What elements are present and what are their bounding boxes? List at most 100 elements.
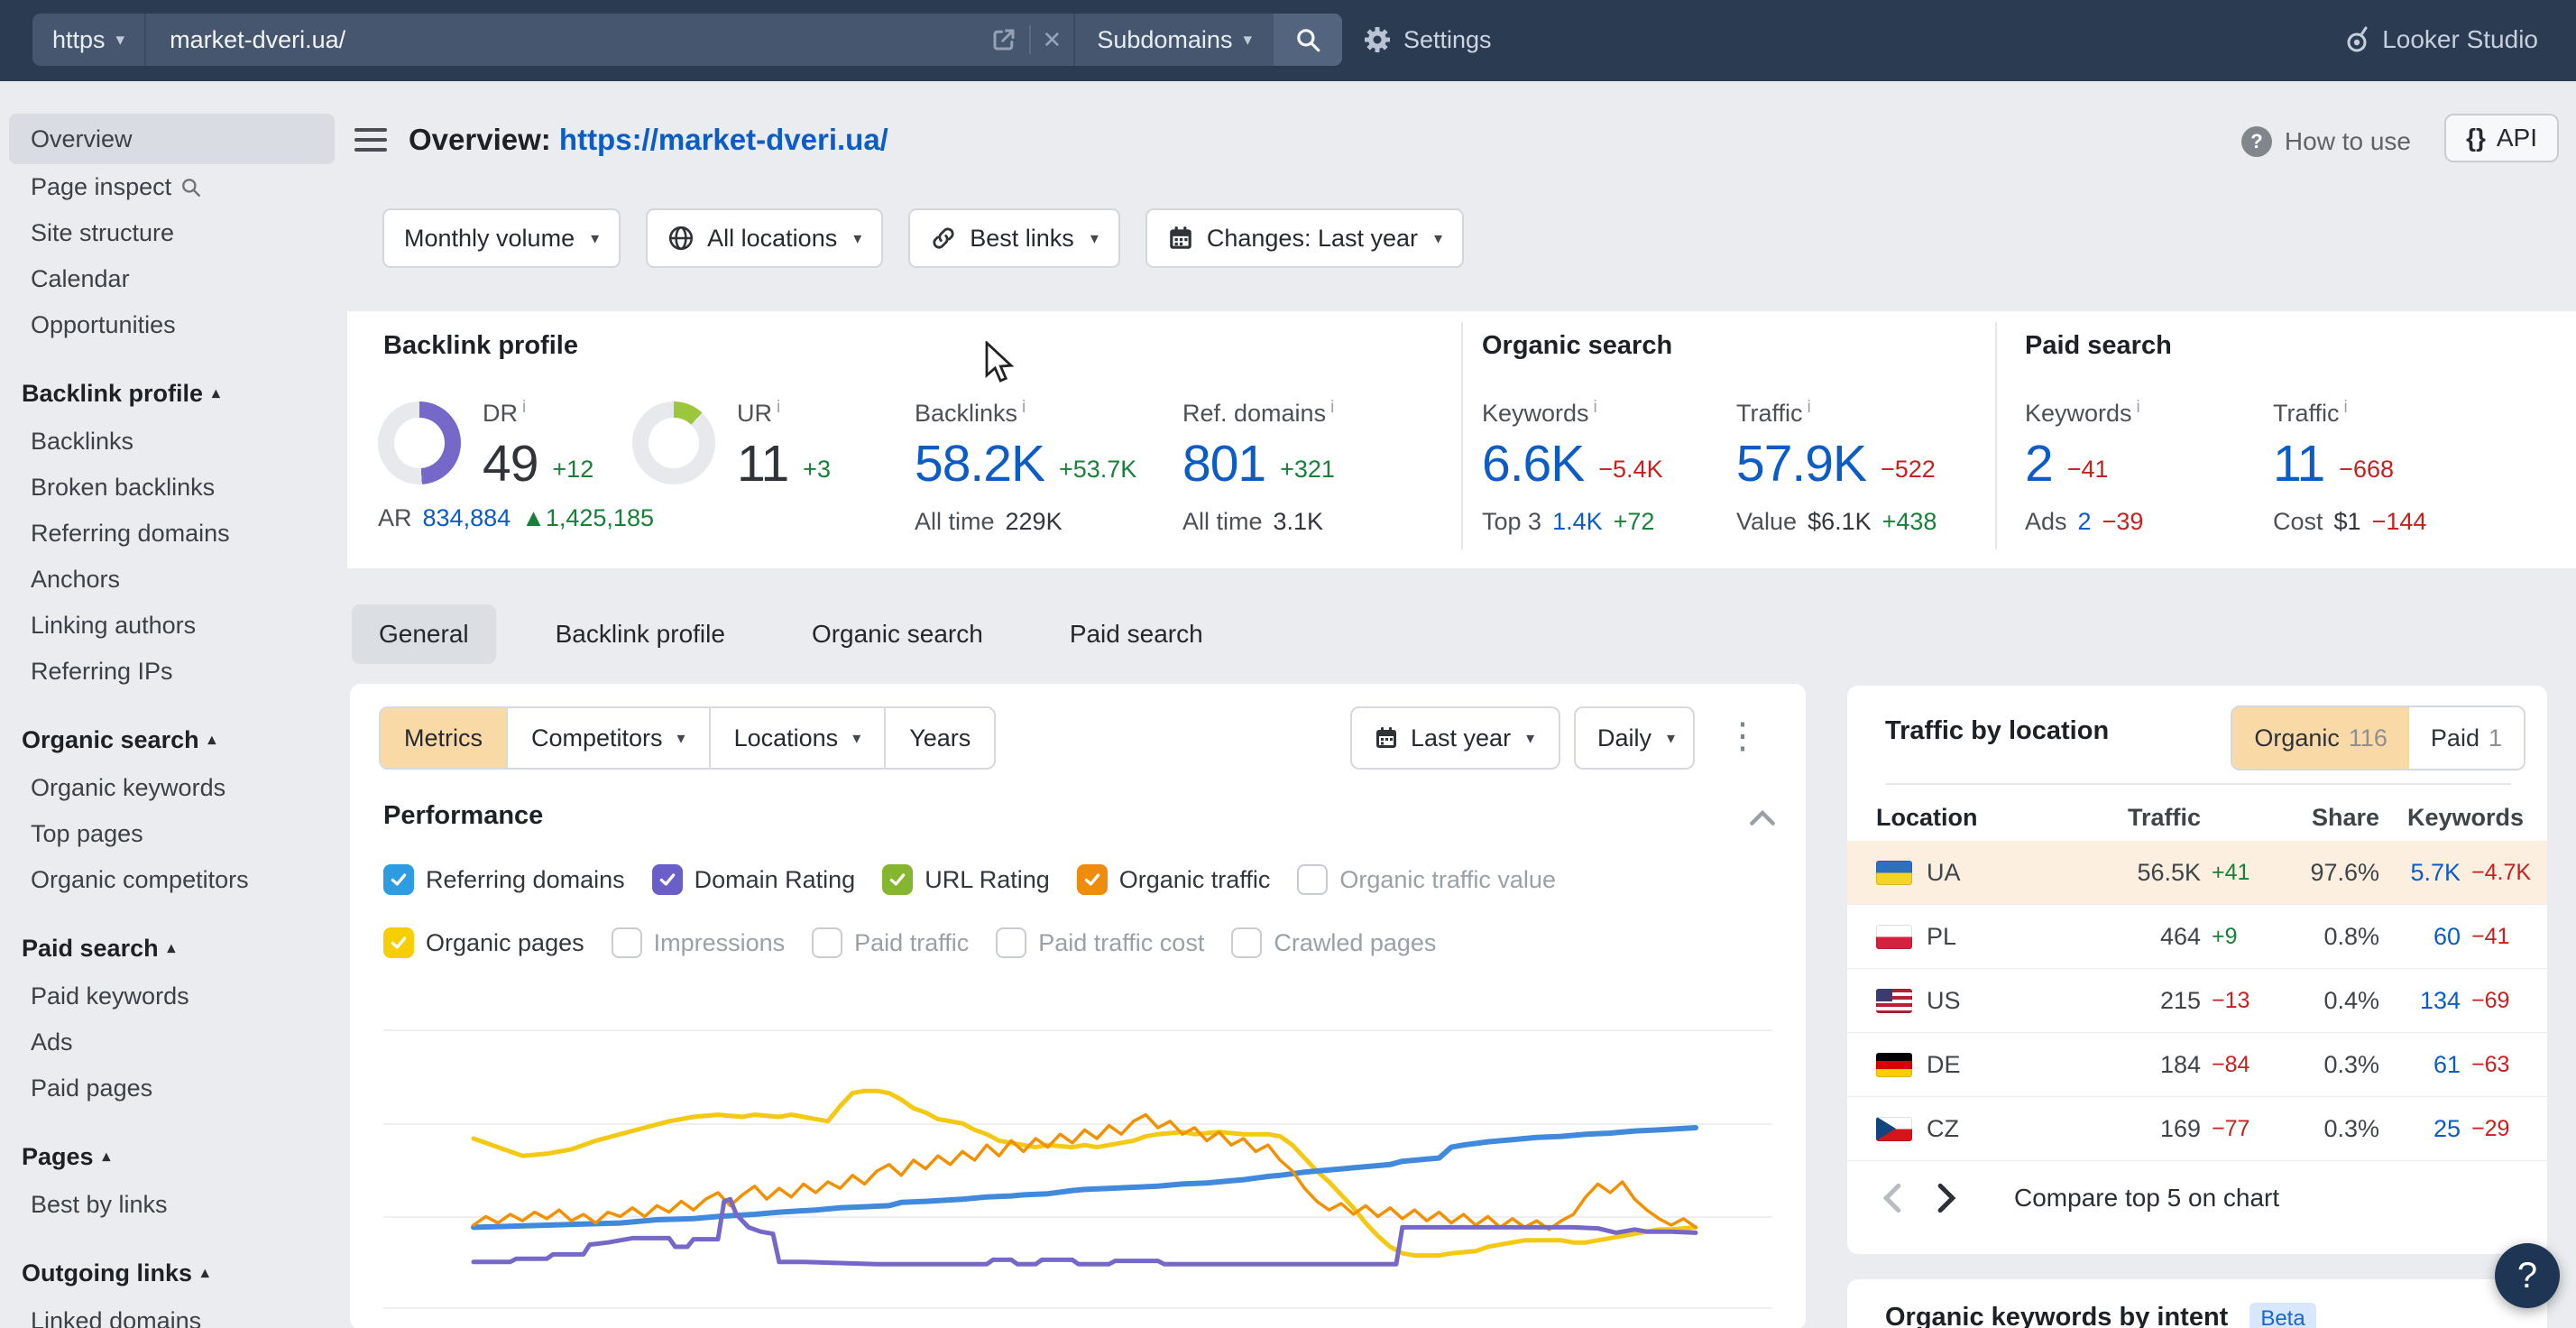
performance-chart[interactable] bbox=[474, 1063, 1696, 1279]
sidebar-item-site-structure[interactable]: Site structure bbox=[9, 210, 335, 256]
keywords-value[interactable]: 5.7K bbox=[2379, 859, 2461, 887]
keywords-value[interactable]: 60 bbox=[2379, 923, 2461, 951]
sidebar-item-best-by-links[interactable]: Best by links bbox=[9, 1182, 335, 1228]
clear-icon[interactable]: ✕ bbox=[1043, 26, 1063, 54]
keywords-value[interactable]: 134 bbox=[2379, 987, 2461, 1015]
checkbox-icon bbox=[996, 927, 1026, 958]
sidebar-item-linked-domains[interactable]: Linked domains bbox=[9, 1298, 335, 1328]
sidebar-item-paid-pages[interactable]: Paid pages bbox=[9, 1065, 335, 1111]
organic-traffic-value[interactable]: 57.9K bbox=[1736, 438, 1866, 490]
segment-metrics[interactable]: Metrics bbox=[381, 708, 506, 768]
sidebar-item-organic-keywords[interactable]: Organic keywords bbox=[9, 765, 335, 811]
traffic-delta: −84 bbox=[2201, 1052, 2280, 1078]
metric-checkbox-paid-traffic-cost[interactable]: Paid traffic cost bbox=[996, 927, 1204, 958]
sidebar-item-linking-authors[interactable]: Linking authors bbox=[9, 603, 335, 649]
metric-checkbox-url-rating[interactable]: URL Rating bbox=[882, 864, 1050, 895]
paid-traffic-value[interactable]: 11 bbox=[2273, 438, 2324, 490]
info-icon[interactable]: i bbox=[1808, 398, 1811, 417]
sidebar-item-opportunities[interactable]: Opportunities bbox=[9, 302, 335, 348]
backlinks-value[interactable]: 58.2K bbox=[915, 438, 1044, 490]
metric-checkbox-organic-traffic[interactable]: Organic traffic bbox=[1077, 864, 1271, 895]
sidebar-item-paid-keywords[interactable]: Paid keywords bbox=[9, 973, 335, 1019]
sidebar-item-referring-domains[interactable]: Referring domains bbox=[9, 511, 335, 557]
external-link-icon[interactable] bbox=[990, 26, 1017, 53]
granularity-dropdown[interactable]: Daily ▾ bbox=[1574, 706, 1695, 770]
sidebar-section-paid-search[interactable]: Paid search▴ bbox=[0, 923, 347, 973]
calendar-icon bbox=[1167, 225, 1194, 252]
search-button[interactable] bbox=[1274, 14, 1342, 66]
info-icon[interactable]: i bbox=[777, 398, 780, 417]
url-input[interactable]: market-dveri.ua/ bbox=[146, 26, 978, 54]
traffic-delta: +9 bbox=[2201, 924, 2280, 950]
metric-checkbox-referring-domains[interactable]: Referring domains bbox=[383, 864, 625, 895]
sidebar-item-overview[interactable]: Overview bbox=[9, 114, 335, 164]
segment-years[interactable]: Years bbox=[884, 708, 994, 768]
tab-organic-search[interactable]: Organic search bbox=[785, 604, 1010, 664]
location-row-ua[interactable]: UA 56.5K +41 97.6% 5.7K −4.7K bbox=[1847, 841, 2547, 905]
more-options-icon[interactable]: ⋮ bbox=[1725, 713, 1761, 760]
tab-paid-search[interactable]: Paid search bbox=[1043, 604, 1230, 664]
sidebar-item-anchors[interactable]: Anchors bbox=[9, 557, 335, 603]
tab-general[interactable]: General bbox=[352, 604, 496, 664]
sidebar-item-referring-ips[interactable]: Referring IPs bbox=[9, 649, 335, 695]
info-icon[interactable]: i bbox=[1022, 398, 1026, 417]
api-button[interactable]: {} API bbox=[2444, 114, 2559, 162]
sidebar-item-page-inspect[interactable]: Page inspect bbox=[9, 164, 335, 210]
info-icon[interactable]: i bbox=[522, 398, 526, 417]
locations-filter-dropdown[interactable]: All locations ▾ bbox=[646, 208, 883, 268]
menu-toggle-icon[interactable] bbox=[354, 128, 387, 158]
toggle-paid[interactable]: Paid 1 bbox=[2409, 707, 2524, 769]
location-row-us[interactable]: US 215 −13 0.4% 134 −69 bbox=[1847, 969, 2547, 1033]
ref-domains-value[interactable]: 801 bbox=[1182, 438, 1265, 490]
links-mode-dropdown[interactable]: Best links ▾ bbox=[908, 208, 1120, 268]
segment-competitors[interactable]: Competitors▾ bbox=[506, 708, 709, 768]
sidebar-item-ads[interactable]: Ads bbox=[9, 1019, 335, 1065]
location-row-pl[interactable]: PL 464 +9 0.8% 60 −41 bbox=[1847, 905, 2547, 969]
location-row-cz[interactable]: CZ 169 −77 0.3% 25 −29 bbox=[1847, 1097, 2547, 1161]
sidebar-item-broken-backlinks[interactable]: Broken backlinks bbox=[9, 465, 335, 511]
metric-checkbox-paid-traffic[interactable]: Paid traffic bbox=[812, 927, 969, 958]
sidebar-item-organic-competitors[interactable]: Organic competitors bbox=[9, 857, 335, 903]
date-range-dropdown[interactable]: Last year ▾ bbox=[1350, 706, 1560, 770]
info-icon[interactable]: i bbox=[1330, 398, 1334, 417]
metric-checkbox-crawled-pages[interactable]: Crawled pages bbox=[1231, 927, 1436, 958]
subdomains-dropdown[interactable]: Subdomains ▾ bbox=[1073, 14, 1274, 66]
organic-count: 116 bbox=[2349, 724, 2387, 752]
chevron-left-icon[interactable] bbox=[1881, 1183, 1904, 1213]
info-icon[interactable]: i bbox=[2344, 398, 2348, 417]
metric-checkbox-impressions[interactable]: Impressions bbox=[612, 927, 786, 958]
settings-button[interactable]: Settings bbox=[1364, 14, 1492, 66]
sidebar-item-calendar[interactable]: Calendar bbox=[9, 256, 335, 302]
ar-value[interactable]: 834,884 bbox=[423, 504, 511, 532]
keywords-value[interactable]: 25 bbox=[2379, 1115, 2461, 1143]
protocol-dropdown[interactable]: https ▾ bbox=[32, 14, 146, 66]
page-title-url-link[interactable]: https://market-dveri.ua/ bbox=[559, 123, 888, 156]
sidebar-section-pages[interactable]: Pages▴ bbox=[0, 1131, 347, 1182]
toggle-organic[interactable]: Organic 116 bbox=[2232, 707, 2409, 769]
chevron-right-icon[interactable] bbox=[1935, 1183, 1958, 1213]
location-row-de[interactable]: DE 184 −84 0.3% 61 −63 bbox=[1847, 1033, 2547, 1097]
globe-icon bbox=[667, 225, 695, 252]
how-to-use-button[interactable]: ? How to use bbox=[2241, 126, 2411, 157]
metric-checkbox-organic-traffic-value[interactable]: Organic traffic value bbox=[1297, 864, 1556, 895]
sidebar-item-backlinks[interactable]: Backlinks bbox=[9, 419, 335, 465]
sidebar-section-outgoing-links[interactable]: Outgoing links▴ bbox=[0, 1248, 347, 1298]
volume-mode-dropdown[interactable]: Monthly volume ▾ bbox=[382, 208, 621, 268]
metric-checkbox-organic-pages[interactable]: Organic pages bbox=[383, 927, 584, 958]
paid-keywords-value[interactable]: 2 bbox=[2025, 438, 2053, 490]
changes-period-dropdown[interactable]: Changes: Last year ▾ bbox=[1145, 208, 1464, 268]
sidebar-item-top-pages[interactable]: Top pages bbox=[9, 811, 335, 857]
metric-checkbox-domain-rating[interactable]: Domain Rating bbox=[652, 864, 856, 895]
tab-backlink-profile[interactable]: Backlink profile bbox=[529, 604, 752, 664]
keywords-value[interactable]: 61 bbox=[2379, 1051, 2461, 1079]
sidebar-section-backlink-profile[interactable]: Backlink profile▴ bbox=[0, 368, 347, 419]
collapse-section-icon[interactable] bbox=[1748, 808, 1777, 831]
info-icon[interactable]: i bbox=[1594, 398, 1597, 417]
help-button[interactable]: ? bbox=[2495, 1243, 2560, 1308]
organic-keywords-value[interactable]: 6.6K bbox=[1482, 438, 1584, 490]
checkbox-icon bbox=[882, 864, 913, 895]
segment-locations[interactable]: Locations▾ bbox=[709, 708, 885, 768]
info-icon[interactable]: i bbox=[2137, 398, 2140, 417]
compare-top5-link[interactable]: Compare top 5 on chart bbox=[2014, 1184, 2279, 1213]
sidebar-section-organic-search[interactable]: Organic search▴ bbox=[0, 715, 347, 765]
